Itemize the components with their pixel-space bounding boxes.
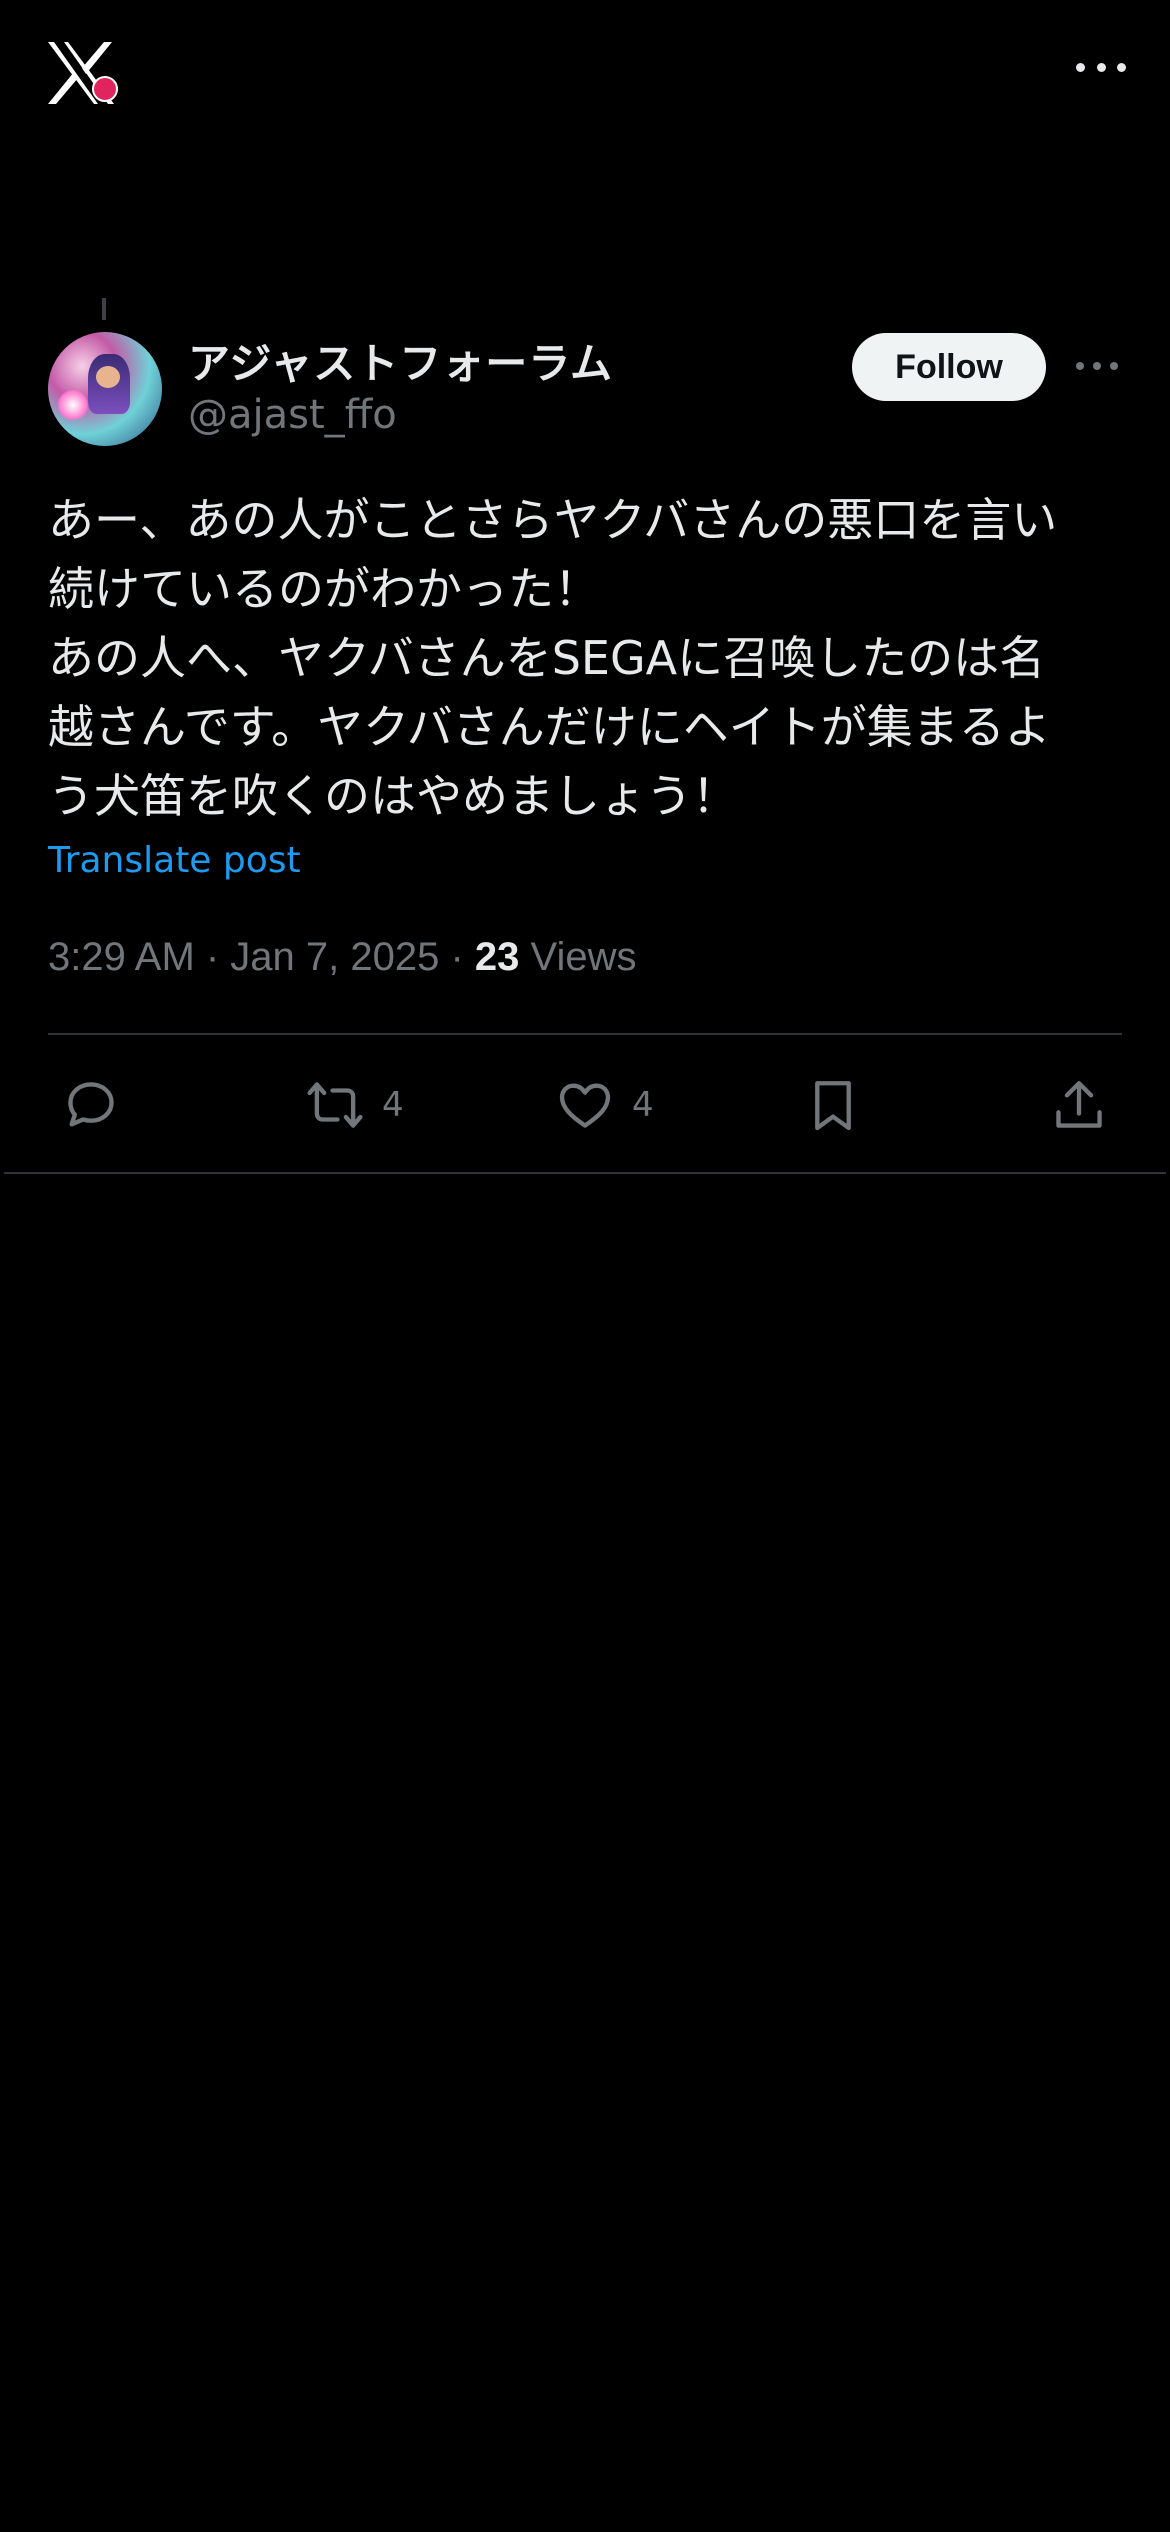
action-bar: 4 4 — [0, 1068, 1170, 1142]
reply-icon — [68, 1082, 114, 1127]
post-meta: 3:29 AM · Jan 7, 2025 · 23 Views — [48, 935, 637, 980]
avatar[interactable] — [48, 332, 162, 446]
divider — [4, 1172, 1166, 1174]
divider — [48, 1033, 1122, 1035]
heart-icon — [559, 1083, 611, 1128]
post-text: あー、あの人がことさらヤクバさんの悪口を言い 続けているのがわかった！ あの人へ… — [48, 493, 1058, 823]
like-count: 4 — [632, 1085, 654, 1125]
post-timestamp[interactable]: 3:29 AM · Jan 7, 2025 · — [48, 935, 475, 979]
author-display-name[interactable]: アジャストフォーラム — [188, 330, 613, 391]
share-icon — [1056, 1081, 1102, 1128]
reply-button[interactable] — [62, 1068, 120, 1142]
views-count: 23 — [474, 935, 520, 979]
repost-icon — [307, 1082, 363, 1128]
more-horizontal-icon[interactable] — [1076, 56, 1126, 78]
notification-badge — [92, 76, 118, 102]
x-logo-icon[interactable] — [46, 40, 118, 106]
author-handle[interactable]: @ajast_ffo — [188, 392, 397, 438]
post-more-icon[interactable] — [1076, 357, 1118, 375]
follow-button[interactable]: Follow — [852, 333, 1046, 401]
like-button[interactable]: 4 — [556, 1068, 654, 1142]
thread-connector-line — [102, 298, 106, 320]
bookmark-icon — [815, 1081, 851, 1131]
bookmark-button[interactable] — [804, 1068, 862, 1142]
translate-post-link[interactable]: Translate post — [48, 840, 301, 881]
repost-count: 4 — [382, 1085, 404, 1125]
top-bar — [0, 0, 1170, 150]
views-label: Views — [519, 935, 637, 979]
share-button[interactable] — [1050, 1068, 1108, 1142]
repost-button[interactable]: 4 — [306, 1068, 404, 1142]
